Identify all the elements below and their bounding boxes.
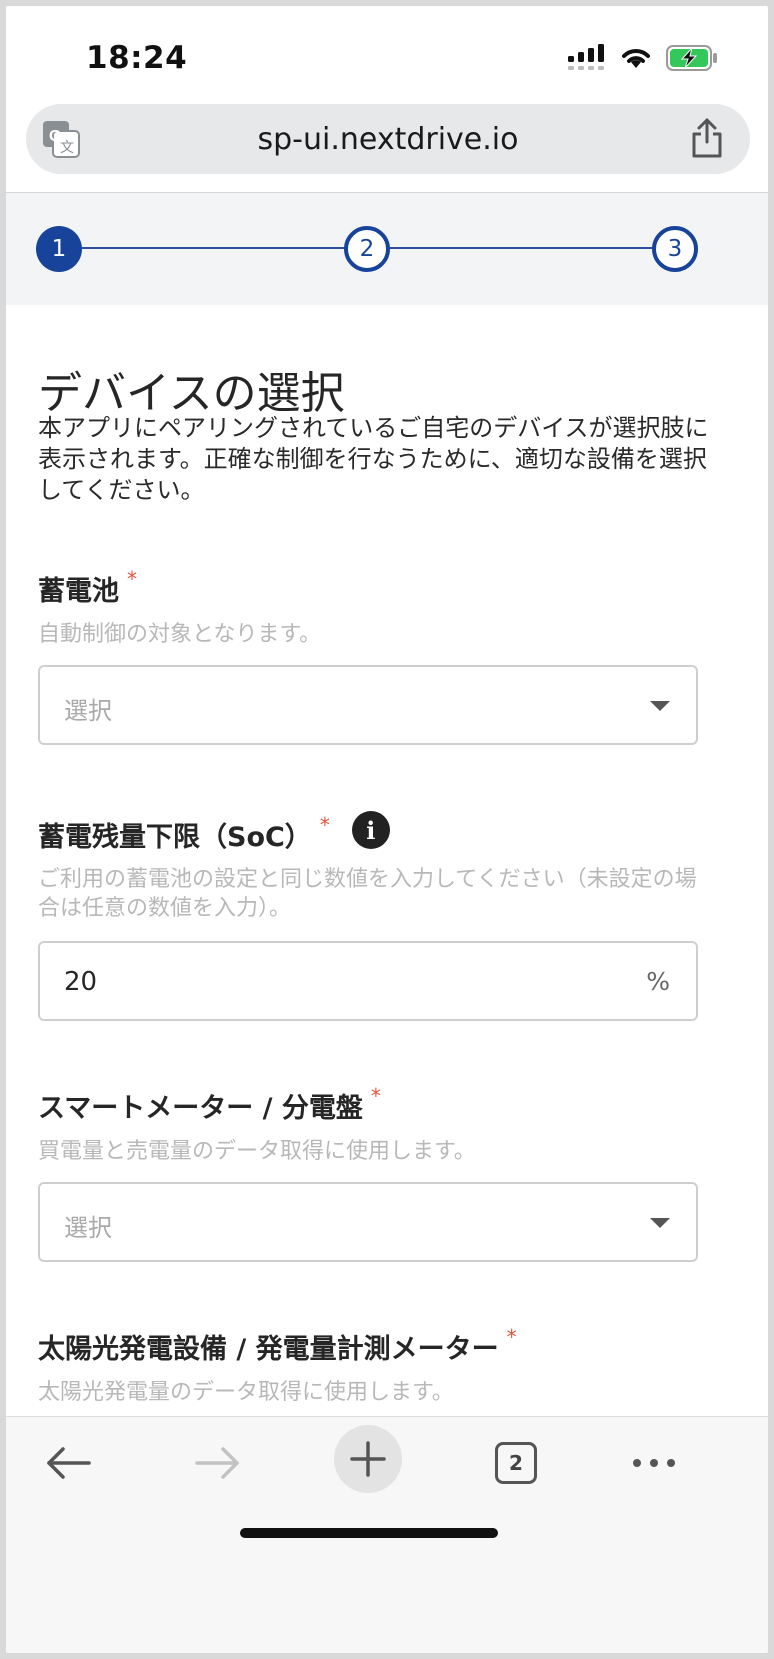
required-mark: * [370, 1084, 381, 1108]
smart-meter-select[interactable]: 選択 [38, 1182, 698, 1262]
required-mark: * [506, 1325, 517, 1349]
plus-icon[interactable] [336, 1427, 400, 1491]
solar-label-text: 太陽光発電設備 / 発電量計測メーター [38, 1334, 499, 1365]
status-bar: 18:24 [6, 6, 768, 106]
address-bar[interactable]: G 文 sp-ui.nextdrive.io [26, 104, 750, 174]
info-icon[interactable]: i [351, 811, 390, 849]
solar-label: 太陽光発電設備 / 発電量計測メーター * [38, 1325, 517, 1366]
progress-stepper: 1 2 3 [6, 193, 768, 305]
status-icons [568, 44, 718, 76]
soc-input[interactable]: 20 % [38, 941, 698, 1021]
smart-meter-label-text: スマートメーター / 分電盤 [38, 1093, 363, 1124]
page-title: デバイスの選択 [38, 368, 345, 419]
soc-input-value: 20 [64, 967, 98, 997]
status-time: 18:24 [86, 40, 188, 76]
battery-help: 自動制御の対象となります。 [38, 622, 322, 647]
wifi-icon [620, 46, 652, 74]
page-description: 本アプリにペアリングされているご自宅のデバイスが選択肢に表示されます。正確な制御… [38, 414, 709, 504]
soc-unit: % [646, 967, 670, 996]
share-icon[interactable] [690, 118, 724, 158]
back-arrow-icon[interactable] [36, 1431, 100, 1495]
required-mark: * [319, 813, 330, 837]
forward-arrow-icon[interactable] [186, 1431, 250, 1495]
soc-label-text: 蓄電残量下限（SoC） [38, 822, 312, 853]
tabs-icon[interactable]: 2 [484, 1431, 548, 1495]
chevron-down-icon [650, 1218, 670, 1228]
battery-select[interactable]: 選択 [38, 665, 698, 745]
soc-label: 蓄電残量下限（SoC） * i [38, 811, 390, 854]
phone-screen: 18:24 G 文 sp-ui.nextdrive.io 1 2 3 デバイスの… [6, 6, 768, 1653]
battery-select-placeholder: 選択 [64, 697, 112, 725]
solar-help: 太陽光発電量のデータ取得に使用します。 [38, 1380, 454, 1405]
step-2: 2 [344, 226, 390, 272]
signal-icon [568, 44, 606, 76]
chevron-down-icon [650, 701, 670, 711]
step-3: 3 [652, 226, 698, 272]
battery-label: 蓄電池 * [38, 567, 137, 608]
more-icon[interactable] [622, 1431, 686, 1495]
tab-count: 2 [495, 1442, 537, 1484]
step-connector [82, 247, 348, 249]
url-text: sp-ui.nextdrive.io [257, 122, 519, 157]
smart-meter-label: スマートメーター / 分電盤 * [38, 1084, 381, 1125]
soc-help: ご利用の蓄電池の設定と同じ数値を入力してください（未設定の場合は任意の数値を入力… [38, 867, 697, 921]
smart-meter-select-placeholder: 選択 [64, 1214, 112, 1242]
step-1: 1 [36, 226, 82, 272]
battery-label-text: 蓄電池 [38, 576, 119, 607]
step-connector [390, 247, 656, 249]
smart-meter-help: 買電量と売電量のデータ取得に使用します。 [38, 1139, 476, 1164]
required-mark: * [127, 567, 137, 591]
home-indicator[interactable] [240, 1528, 498, 1538]
battery-charging-icon [666, 45, 718, 75]
